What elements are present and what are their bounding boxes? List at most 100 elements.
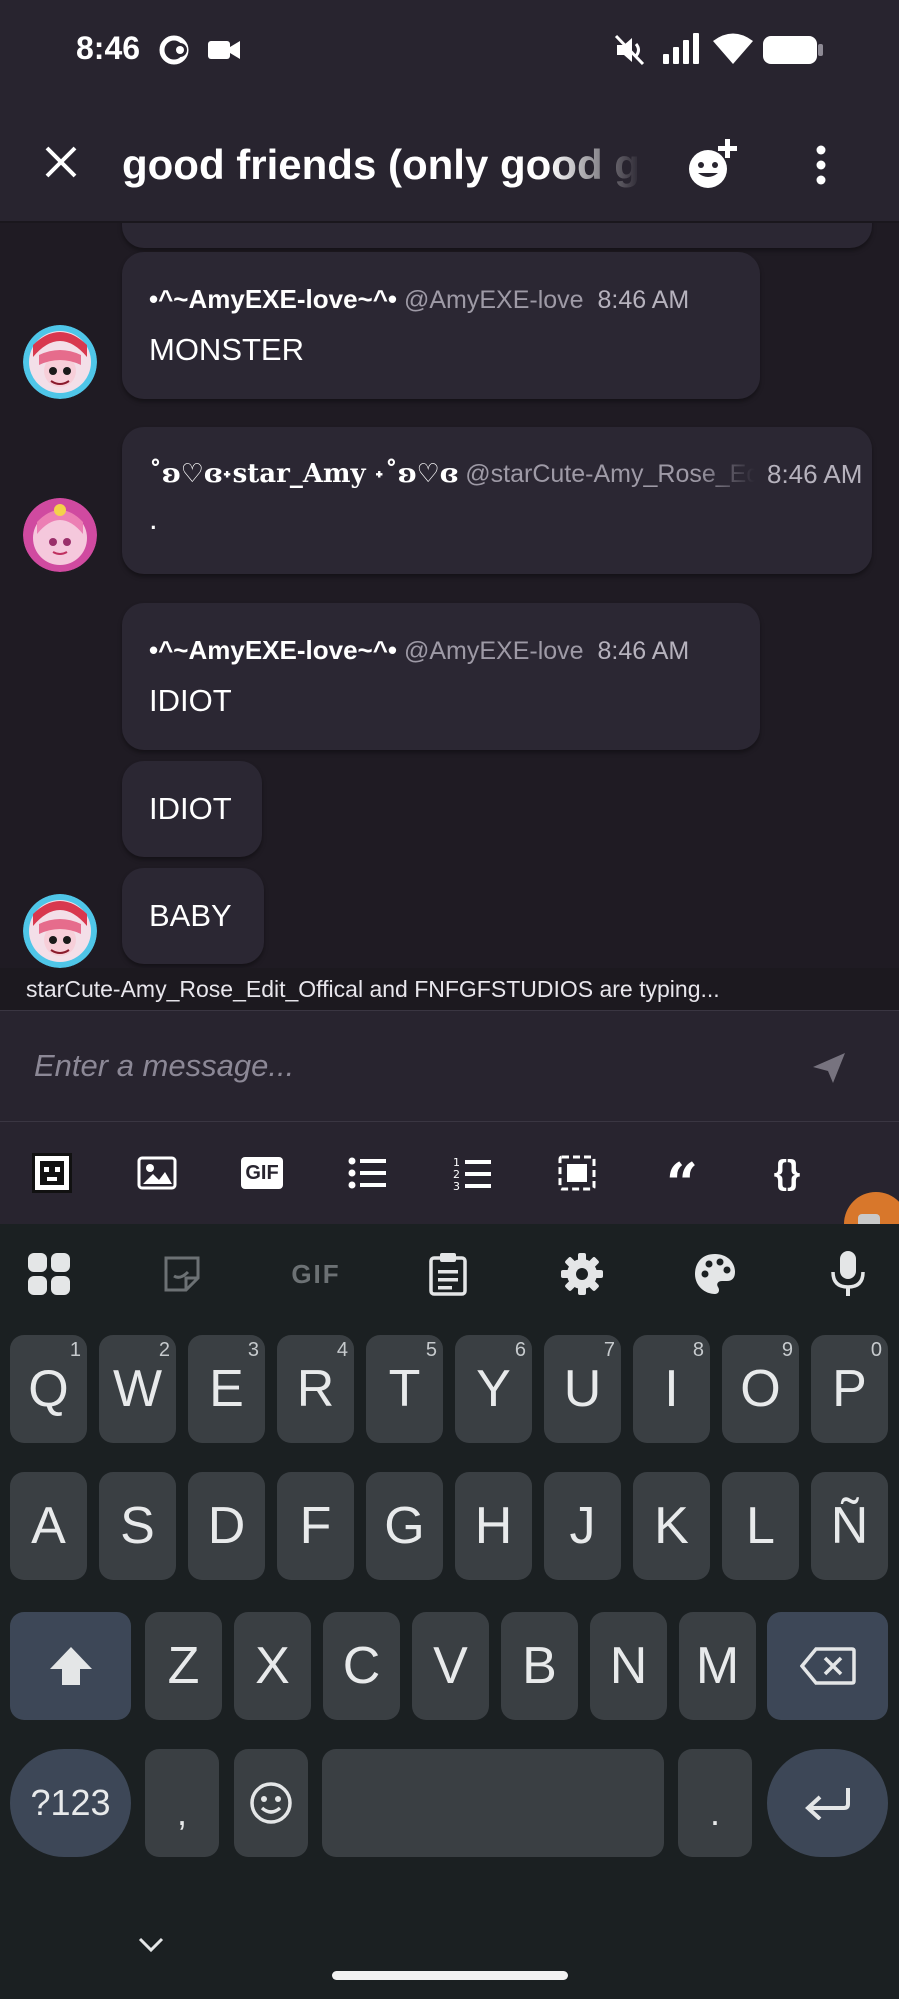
battery-icon <box>762 35 824 70</box>
emoji-icon <box>250 1782 292 1824</box>
key-c[interactable]: C <box>323 1612 400 1720</box>
key-t[interactable]: T5 <box>366 1335 443 1443</box>
on-screen-keyboard: GIF ?123 , . Q1W2E3R4T5Y6U7I8O9P0ASDFGHJ… <box>0 1224 899 1999</box>
key-o[interactable]: O9 <box>722 1335 799 1443</box>
key-label: J <box>569 1497 596 1555</box>
avatar[interactable] <box>23 894 97 968</box>
sticker-icon <box>32 1153 72 1193</box>
more-options-button[interactable] <box>806 135 836 195</box>
key-label: T <box>388 1360 421 1418</box>
emoji-key[interactable] <box>234 1749 308 1857</box>
more-vertical-icon <box>816 145 826 185</box>
shift-key[interactable] <box>10 1612 131 1720</box>
keyboard-voice-button[interactable] <box>821 1247 875 1301</box>
key-r[interactable]: R4 <box>277 1335 354 1443</box>
enter-key[interactable] <box>767 1749 888 1857</box>
message-text: IDIOT <box>149 683 232 718</box>
home-indicator[interactable] <box>332 1971 568 1980</box>
close-button[interactable] <box>38 139 84 185</box>
key-b[interactable]: B <box>501 1612 578 1720</box>
message-bubble[interactable] <box>122 223 872 248</box>
key-label: Ñ <box>830 1497 869 1555</box>
key-hint: 1 <box>69 1339 81 1361</box>
key-h[interactable]: H <box>455 1472 532 1580</box>
key-label: V <box>433 1637 468 1695</box>
key-g[interactable]: G <box>366 1472 443 1580</box>
message-text: . <box>149 501 158 536</box>
keyboard-settings-button[interactable] <box>555 1247 609 1301</box>
key-n[interactable]: N <box>590 1612 667 1720</box>
key-e[interactable]: E3 <box>188 1335 265 1443</box>
key-label: A <box>31 1497 66 1555</box>
quote-tool-button[interactable]: “ <box>658 1150 706 1212</box>
key-label: G <box>384 1497 425 1555</box>
sender-name[interactable]: •^~AmyEXE-love~^• <box>149 635 397 665</box>
key-f[interactable]: F <box>277 1472 354 1580</box>
space-key[interactable] <box>322 1749 664 1857</box>
key-y[interactable]: Y6 <box>455 1335 532 1443</box>
key-ñ[interactable]: Ñ <box>811 1472 888 1580</box>
image-tool-button[interactable] <box>133 1150 181 1196</box>
message-input[interactable] <box>34 1041 794 1091</box>
sync-icon <box>156 32 192 73</box>
code-icon: {} <box>773 1153 801 1192</box>
key-label: F <box>299 1497 332 1555</box>
key-z[interactable]: Z <box>145 1612 222 1720</box>
key-label: P <box>832 1360 867 1418</box>
key-j[interactable]: J <box>544 1472 621 1580</box>
keyboard-apps-button[interactable] <box>22 1247 76 1301</box>
message-list[interactable]: •^~AmyEXE-love~^• @AmyEXE-love 8:46 AM M… <box>0 223 899 968</box>
message-time: 8:46 AM <box>767 459 863 489</box>
message-bubble[interactable]: BABY <box>122 868 264 964</box>
avatar[interactable] <box>23 325 97 399</box>
key-s[interactable]: S <box>99 1472 176 1580</box>
sticker-tool-button[interactable] <box>28 1150 76 1196</box>
key-label: H <box>474 1497 513 1555</box>
numbered-list-button[interactable]: 123 <box>448 1150 496 1196</box>
bullet-list-button[interactable] <box>343 1150 391 1196</box>
keyboard-clipboard-button[interactable] <box>421 1247 475 1301</box>
symbols-key[interactable]: ?123 <box>10 1749 131 1857</box>
key-label: K <box>654 1497 689 1555</box>
status-time: 8:46 <box>76 30 141 66</box>
backspace-icon <box>799 1647 856 1685</box>
spoiler-tool-button[interactable] <box>553 1150 601 1196</box>
chat-title: good friends (only good guys) <box>122 141 642 188</box>
period-key[interactable]: . <box>678 1749 752 1857</box>
key-m[interactable]: M <box>679 1612 756 1720</box>
key-q[interactable]: Q1 <box>10 1335 87 1443</box>
key-label: S <box>120 1497 155 1555</box>
keyboard-sticker-button[interactable] <box>155 1247 209 1301</box>
message-bubble[interactable]: •^~AmyEXE-love~^• @AmyEXE-love 8:46 AM M… <box>122 252 760 399</box>
key-x[interactable]: X <box>234 1612 311 1720</box>
keyboard-gif-button[interactable]: GIF <box>288 1247 344 1301</box>
key-p[interactable]: P0 <box>811 1335 888 1443</box>
avatar[interactable] <box>23 498 97 572</box>
key-a[interactable]: A <box>10 1472 87 1580</box>
message-bubble[interactable]: IDIOT <box>122 761 262 857</box>
comma-key[interactable]: , <box>145 1749 219 1857</box>
key-i[interactable]: I8 <box>633 1335 710 1443</box>
add-member-button[interactable] <box>682 135 746 195</box>
sender-handle: @starCute-Amy_Rose_Edit_Offical <box>465 460 756 488</box>
key-w[interactable]: W2 <box>99 1335 176 1443</box>
key-hint: 4 <box>336 1339 348 1361</box>
send-icon <box>813 1053 845 1083</box>
key-u[interactable]: U7 <box>544 1335 621 1443</box>
message-bubble[interactable]: •^~AmyEXE-love~^• @AmyEXE-love 8:46 AM I… <box>122 603 760 750</box>
send-button[interactable] <box>806 1045 852 1091</box>
hide-keyboard-button[interactable] <box>138 1937 164 1958</box>
key-k[interactable]: K <box>633 1472 710 1580</box>
code-tool-button[interactable]: {} <box>763 1150 811 1196</box>
gear-icon <box>561 1253 603 1295</box>
sender-name[interactable]: •^~AmyEXE-love~^• <box>149 284 397 314</box>
key-hint: 5 <box>425 1339 437 1361</box>
key-l[interactable]: L <box>722 1472 799 1580</box>
keyboard-theme-button[interactable] <box>688 1247 742 1301</box>
key-v[interactable]: V <box>412 1612 489 1720</box>
sender-name[interactable]: ˚ʚ♡ɞ˖star_Amy ˖˚ʚ♡ɞ <box>149 459 458 489</box>
backspace-key[interactable] <box>767 1612 888 1720</box>
message-bubble[interactable]: ˚ʚ♡ɞ˖star_Amy ˖˚ʚ♡ɞ @starCute-Amy_Rose_E… <box>122 427 872 574</box>
key-d[interactable]: D <box>188 1472 265 1580</box>
gif-tool-button[interactable]: GIF <box>238 1150 286 1196</box>
